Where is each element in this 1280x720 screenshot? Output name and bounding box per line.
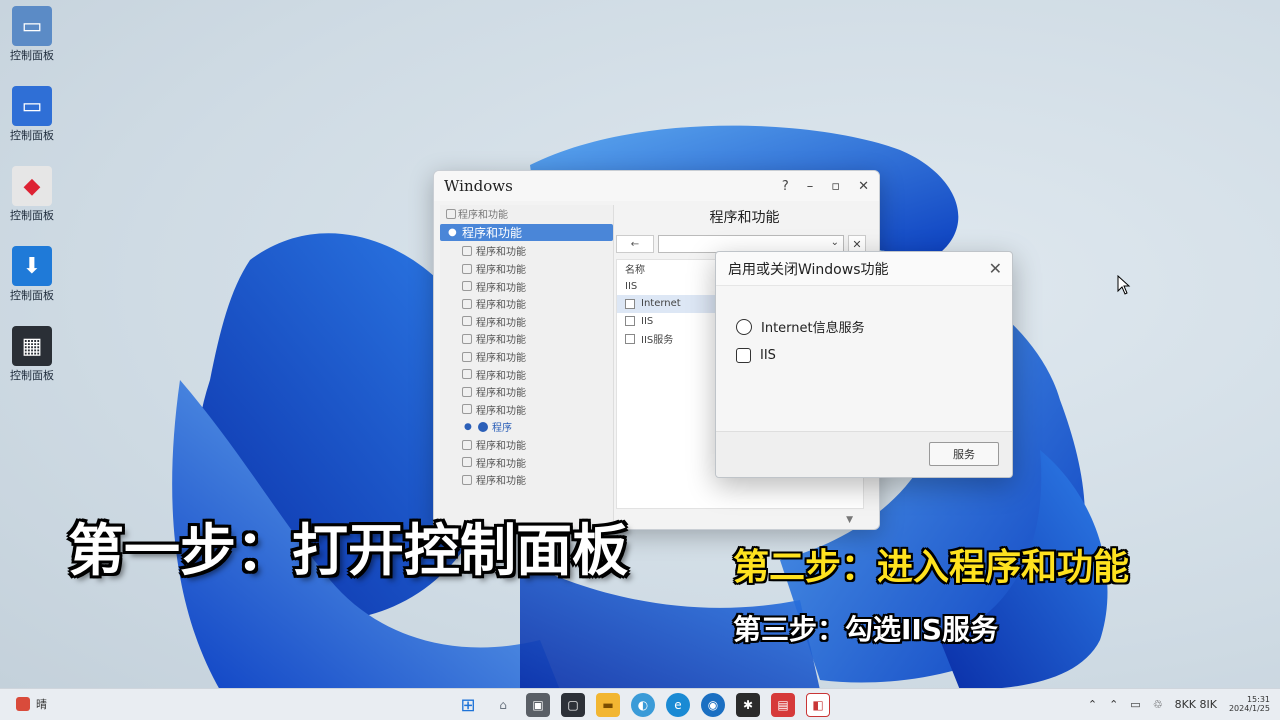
battery-icon[interactable]: ▭ [1130, 698, 1140, 711]
settings-icon[interactable]: ◧ [806, 693, 830, 717]
taskbar-apps: ⊞ ⌂ ▣ ▢ ▬ ◐ e ◉ ✱ ▤ ◧ [456, 693, 830, 717]
bullet-icon: ● [448, 226, 457, 238]
option-internet-info-services[interactable]: Internet信息服务 [736, 317, 865, 336]
start-icon[interactable]: ⊞ [456, 693, 480, 717]
window-icon[interactable]: ▢ [561, 693, 585, 717]
caption-step2: 第二步：进入程序和功能 [733, 547, 1130, 588]
back-button[interactable]: ← [616, 235, 654, 253]
sidebar-item[interactable]: 程序和功能 [440, 471, 613, 489]
item-icon [462, 333, 472, 344]
sidebar-item-current[interactable]: ● 程序 [440, 418, 613, 436]
sidebar-item[interactable]: 程序和功能 [440, 348, 613, 366]
item-icon [462, 245, 472, 256]
caption-step1: 第一步：打开控制面板 [68, 519, 628, 584]
bullet-icon: ● [464, 421, 472, 432]
system-tray: ⌃ ⌃ ▭ ♲ 8KK 8IK 15:31 2024/1/25 [1088, 695, 1270, 713]
gallery-icon: ▦ [12, 326, 52, 366]
terminal-icon[interactable]: ✱ [736, 693, 760, 717]
help-icon[interactable]: ? [782, 179, 789, 194]
maximize-icon[interactable]: ▫ [831, 179, 840, 194]
item-icon [462, 474, 472, 485]
control-panel-icon: ◆ [12, 166, 52, 206]
close-icon[interactable]: ✕ [989, 259, 1002, 278]
edge-icon[interactable]: e [666, 693, 690, 717]
row-checkbox[interactable] [625, 316, 635, 327]
tray-text: 8KK 8IK [1174, 697, 1217, 711]
minimize-icon[interactable]: – [807, 179, 814, 194]
window-titlebar[interactable]: Windows ? – ▫ ✕ [434, 171, 879, 201]
sidebar-item[interactable]: 程序和功能 [440, 313, 613, 331]
item-icon [462, 298, 472, 309]
item-icon [462, 369, 472, 380]
sidebar-item[interactable]: 程序和功能 [440, 365, 613, 383]
network-icon[interactable]: ⌃ [1109, 698, 1118, 711]
item-icon [462, 457, 472, 468]
store-icon[interactable]: ▤ [771, 693, 795, 717]
category-icon [446, 208, 456, 219]
item-icon [462, 351, 472, 362]
sidebar: 程序和功能 ● 程序和功能 程序和功能 程序和功能 程序和功能 程序和功能 程序和… [440, 205, 614, 529]
close-icon[interactable]: ✕ [858, 179, 869, 194]
row-checkbox[interactable] [625, 333, 635, 344]
sidebar-item[interactable]: 程序和功能 [440, 330, 613, 348]
weather-widget[interactable]: 晴 [16, 696, 47, 712]
sidebar-item[interactable]: 程序和功能 [440, 383, 613, 401]
dialog-title: 启用或关闭Windows功能 [716, 252, 1012, 286]
dialog-footer: 服务 [716, 431, 1012, 477]
chevron-down-icon: ⌄ [830, 237, 839, 248]
mouse-cursor-icon [1117, 275, 1131, 295]
windows-features-dialog[interactable]: 启用或关闭Windows功能 ✕ Internet信息服务 IIS 服务 [715, 251, 1013, 478]
sidebar-item[interactable]: 程序和功能 [440, 401, 613, 419]
monitor-icon: ▭ [12, 6, 52, 46]
iis-checkbox[interactable] [736, 348, 751, 363]
sidebar-item[interactable]: 程序和功能 [440, 295, 613, 313]
service-button[interactable]: 服务 [929, 442, 999, 466]
radio-button[interactable] [736, 318, 752, 335]
item-icon [462, 316, 472, 327]
page-title: 程序和功能 [709, 210, 780, 226]
sidebar-item[interactable]: 程序和功能 [440, 277, 613, 295]
browser-icon[interactable]: ◉ [701, 693, 725, 717]
task-view-icon[interactable]: ▣ [526, 693, 550, 717]
taskbar: 晴 ⊞ ⌂ ▣ ▢ ▬ ◐ e ◉ ✱ ▤ ◧ ⌃ ⌃ ▭ ♲ 8KK 8IK … [0, 688, 1280, 720]
option-iis[interactable]: IIS [736, 348, 776, 363]
shield-icon: ⬇ [12, 246, 52, 286]
item-icon [462, 263, 472, 274]
sidebar-item[interactable]: 程序和功能 [440, 260, 613, 278]
monitor-icon: ▭ [12, 86, 52, 126]
item-icon [478, 421, 488, 432]
folder-icon[interactable]: ▬ [596, 693, 620, 717]
desktop-icon-3[interactable]: ◆ 控制面板 [4, 166, 60, 222]
sidebar-item-programs[interactable]: ● 程序和功能 [440, 223, 613, 242]
sidebar-item[interactable]: 程序和功能 [440, 436, 613, 454]
sidebar-header[interactable]: 程序和功能 [440, 205, 613, 223]
clock[interactable]: 15:31 2024/1/25 [1229, 695, 1270, 713]
desktop-icon-2[interactable]: ▭ 控制面板 [4, 86, 60, 142]
item-icon [462, 439, 472, 450]
row-checkbox[interactable] [625, 298, 635, 309]
sidebar-item[interactable]: 程序和功能 [440, 242, 613, 260]
window-title: Windows [444, 177, 513, 195]
item-icon [462, 404, 472, 415]
chevron-up-icon[interactable]: ⌃ [1088, 698, 1097, 711]
scroll-down-icon[interactable]: ▼ [846, 515, 853, 525]
desktop-icon-5[interactable]: ▦ 控制面板 [4, 326, 60, 382]
caption-step3: 第三步：勾选IIS服务 [733, 613, 999, 646]
home-icon[interactable]: ⌂ [491, 693, 515, 717]
item-icon [462, 386, 472, 397]
desktop-icon-4[interactable]: ⬇ 控制面板 [4, 246, 60, 302]
wifi-icon[interactable]: ♲ [1153, 698, 1163, 711]
item-icon [462, 281, 472, 292]
chat-icon[interactable]: ◐ [631, 693, 655, 717]
sidebar-item[interactable]: 程序和功能 [440, 453, 613, 471]
weather-icon [16, 697, 30, 711]
desktop-icon-1[interactable]: ▭ 控制面板 [4, 6, 60, 62]
